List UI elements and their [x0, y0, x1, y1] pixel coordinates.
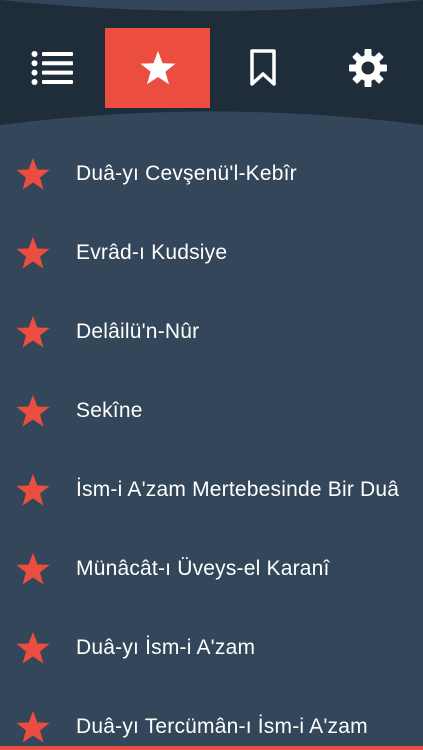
star-icon[interactable] [15, 156, 51, 192]
list-item-label: İsm-i A'zam Mertebesinde Bir Duâ [76, 477, 400, 501]
list-item-label: Duâ-yı Cevşenü'l-Kebîr [76, 161, 297, 185]
list-item[interactable]: Evrâd-ı Kudsiye [0, 213, 423, 292]
list-item-label: Delâilü'n-Nûr [76, 319, 200, 343]
favorites-list: Duâ-yı Cevşenü'l-Kebîr Evrâd-ı Kudsiye D… [0, 134, 423, 750]
list-item[interactable]: Duâ-yı Tercümân-ı İsm-i A'zam [0, 687, 423, 750]
star-icon[interactable] [15, 314, 51, 350]
star-icon[interactable] [15, 630, 51, 666]
star-icon[interactable] [15, 393, 51, 429]
list-item[interactable]: Sekîne [0, 371, 423, 450]
list-item-label: Evrâd-ı Kudsiye [76, 240, 228, 264]
tab-settings[interactable] [315, 28, 420, 108]
star-icon [139, 51, 176, 85]
star-icon[interactable] [15, 551, 51, 587]
list-item-label: Münâcât-ı Üveys-el Karanî [76, 556, 330, 580]
star-icon[interactable] [15, 709, 51, 745]
list-item-label: Duâ-yı İsm-i A'zam [76, 635, 256, 659]
top-tab-bar [0, 0, 423, 125]
tab-menu[interactable] [0, 28, 105, 108]
tab-bookmarks[interactable] [210, 28, 315, 108]
list-item[interactable]: Münâcât-ı Üveys-el Karanî [0, 529, 423, 608]
tab-favorites[interactable] [105, 28, 210, 108]
list-item-label: Duâ-yı Tercümân-ı İsm-i A'zam [76, 714, 368, 738]
star-icon[interactable] [15, 472, 51, 508]
bookmark-icon [249, 49, 276, 86]
favorites-screen: Duâ-yı Cevşenü'l-Kebîr Evrâd-ı Kudsiye D… [0, 0, 423, 750]
list-item[interactable]: Duâ-yı İsm-i A'zam [0, 608, 423, 687]
list-item-label: Sekîne [76, 398, 143, 422]
list-item[interactable]: Delâilü'n-Nûr [0, 292, 423, 371]
gear-icon [348, 49, 387, 87]
list-item[interactable]: İsm-i A'zam Mertebesinde Bir Duâ [0, 450, 423, 529]
list-item[interactable]: Duâ-yı Cevşenü'l-Kebîr [0, 134, 423, 213]
star-icon[interactable] [15, 235, 51, 271]
bottom-accent-bar [0, 746, 423, 750]
list-icon [31, 51, 73, 85]
